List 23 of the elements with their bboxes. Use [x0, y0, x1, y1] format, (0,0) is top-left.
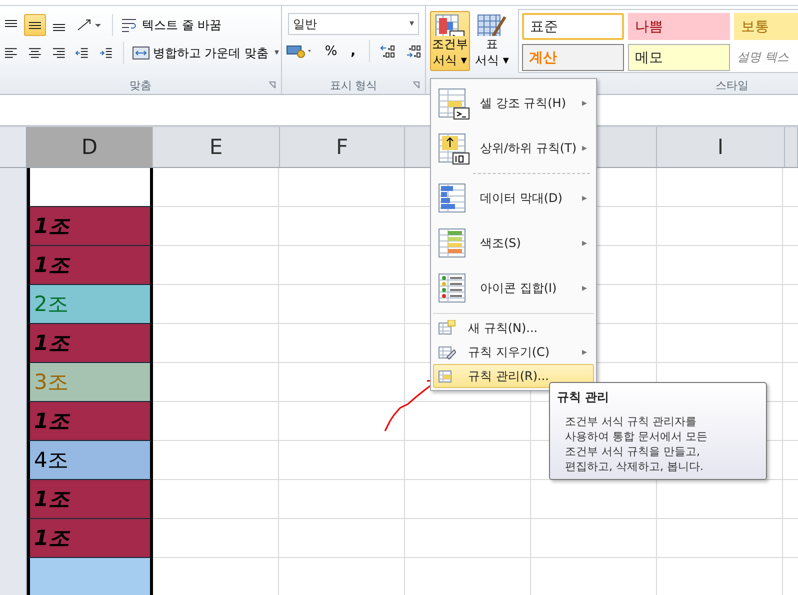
- group-label: 표시 형식: [330, 78, 378, 92]
- tooltip-title: 규칙 관리: [557, 389, 610, 406]
- tooltip-text: 조건부 서식 규칙 관리자를 사용하여 통합 문서에서 모든 조건부 서식 규칙을 만들고, 편집하고, 삭제하고, 봅니다.: [564, 414, 708, 474]
- caret-icon: ▾: [274, 48, 279, 58]
- group-label: 스타일: [716, 78, 748, 92]
- cell: 1조: [27, 480, 153, 519]
- cell-text: 2조: [34, 291, 68, 318]
- submenu-arrow-icon: ▸: [582, 98, 587, 109]
- cell: 1조: [27, 402, 153, 441]
- submenu-arrow-icon: ▸: [582, 143, 587, 154]
- submenu-arrow-icon: ▸: [582, 238, 587, 249]
- submenu-arrow-icon: ▸: [582, 283, 587, 294]
- cell: 1조: [27, 207, 153, 246]
- submenu-arrow-icon: ▸: [582, 346, 587, 358]
- submenu-arrow-icon: ▸: [582, 193, 587, 204]
- cell-text: 3조: [34, 369, 68, 396]
- cell: 1조: [27, 324, 153, 363]
- cell: 1조: [27, 519, 153, 558]
- group-label: 맞춤: [130, 78, 152, 92]
- number-format-value: 일반: [293, 16, 317, 32]
- cell: 1조: [27, 246, 153, 285]
- caret-icon: ▾: [409, 19, 414, 29]
- cell-text: 4조: [34, 447, 68, 474]
